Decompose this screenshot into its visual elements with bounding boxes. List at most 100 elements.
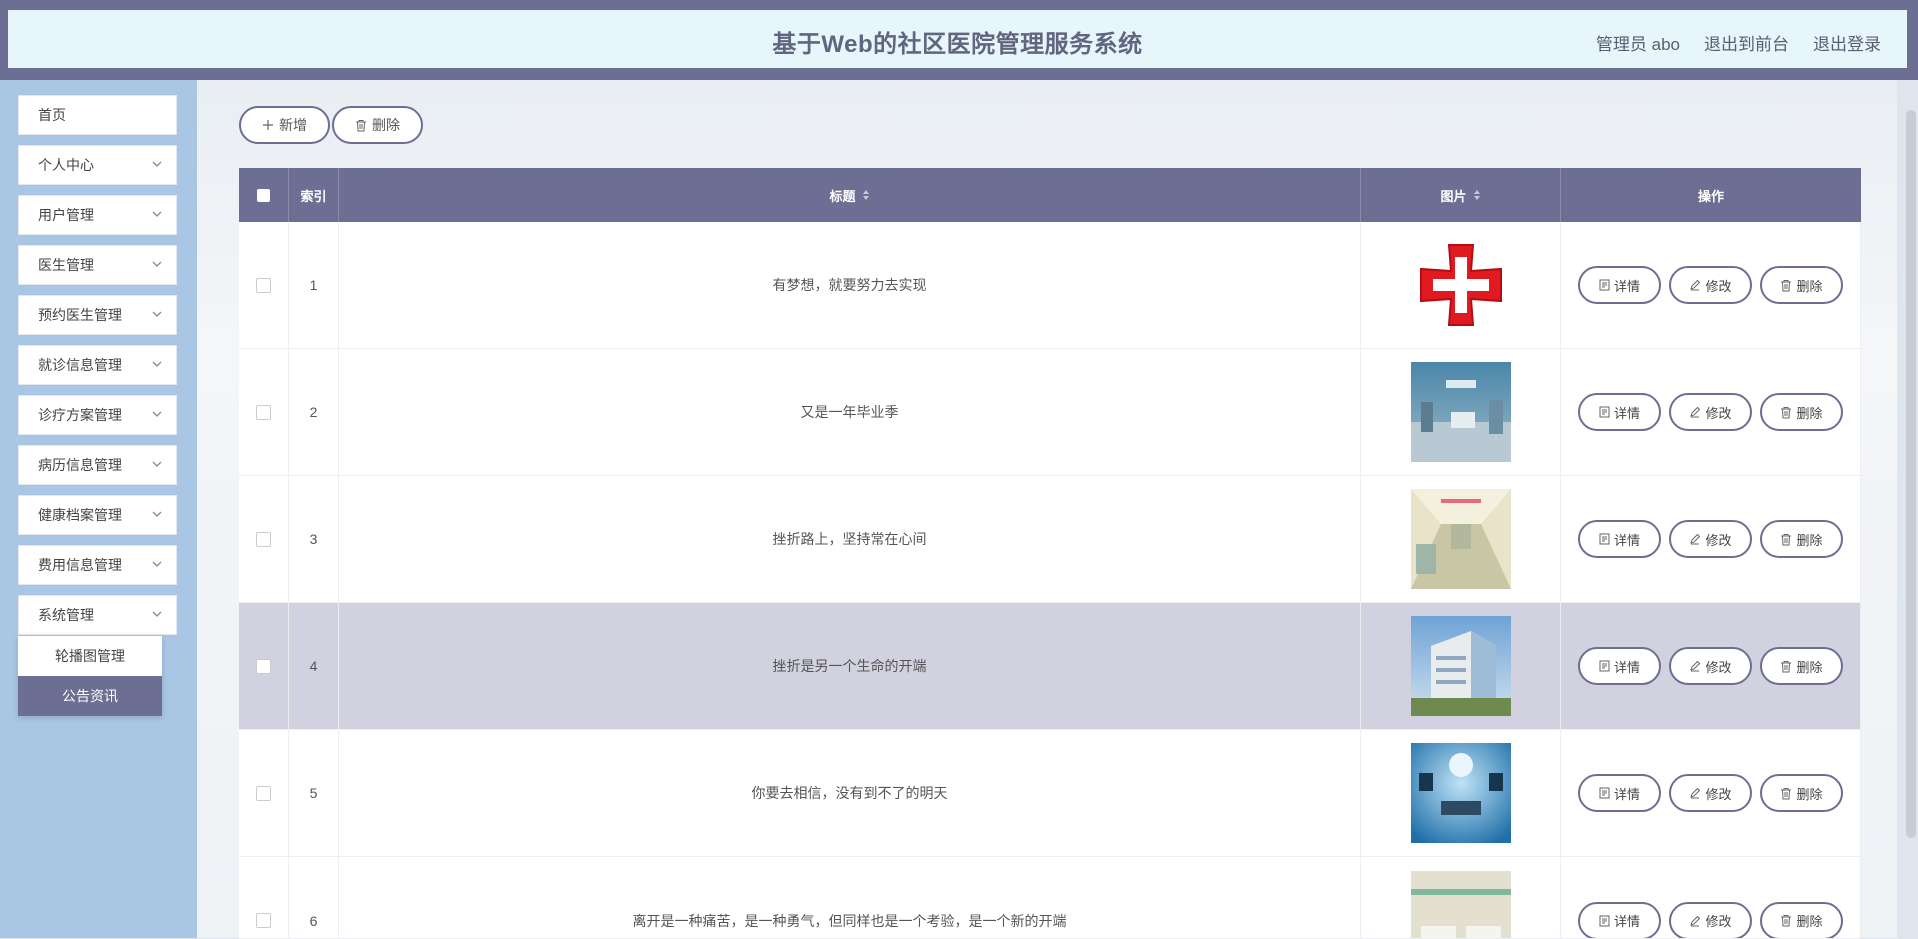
trash-icon [1780,660,1792,673]
delete-row-button[interactable]: 删除 [1760,520,1843,558]
row-title: 挫折是另一个生命的开端 [339,603,1361,729]
detail-label: 详情 [1614,911,1640,930]
edit-button[interactable]: 修改 [1669,902,1752,939]
sidebar-item-users[interactable]: 用户管理 [18,195,177,235]
sidebar-item-label: 个人中心 [38,155,94,175]
edit-label: 修改 [1705,657,1731,676]
row-checkbox[interactable] [256,659,271,674]
header: 基于Web的社区医院管理服务系统 管理员 abo 退出到前台 退出登录 [8,10,1907,68]
delete-row-button[interactable]: 删除 [1760,266,1843,304]
header-select-all[interactable] [239,168,289,222]
delete-row-button[interactable]: 删除 [1760,902,1843,939]
logout-link[interactable]: 退出登录 [1813,30,1881,55]
detail-button[interactable]: 详情 [1578,774,1661,812]
sidebar-item-label: 预约医生管理 [38,305,122,325]
edit-button[interactable]: 修改 [1669,520,1752,558]
document-icon [1599,406,1610,418]
detail-label: 详情 [1614,276,1640,295]
detail-button[interactable]: 详情 [1578,647,1661,685]
pencil-icon [1689,406,1701,418]
edit-button[interactable]: 修改 [1669,266,1752,304]
detail-label: 详情 [1614,530,1640,549]
submenu-item-news[interactable]: 公告资讯 [18,676,162,716]
row-title: 挫折路上，坚持常在心间 [339,476,1361,602]
edit-button[interactable]: 修改 [1669,774,1752,812]
edit-label: 修改 [1705,911,1731,930]
edit-label: 修改 [1705,530,1731,549]
sidebar-item-label: 首页 [38,105,66,125]
delete-button[interactable]: 删除 [332,106,423,144]
sidebar-item-visits[interactable]: 就诊信息管理 [18,345,177,385]
top-bar: 基于Web的社区医院管理服务系统 管理员 abo 退出到前台 退出登录 [0,0,1918,80]
edit-button[interactable]: 修改 [1669,393,1752,431]
detail-button[interactable]: 详情 [1578,393,1661,431]
sidebar-item-profile[interactable]: 个人中心 [18,145,177,185]
user-label[interactable]: 管理员 abo [1596,30,1680,55]
hospital-corridor-image [1411,489,1511,589]
sidebar-item-medical-records[interactable]: 病历信息管理 [18,445,177,485]
detail-button[interactable]: 详情 [1578,266,1661,304]
chevron-down-icon [150,507,164,521]
sidebar-item-treatment-plans[interactable]: 诊疗方案管理 [18,395,177,435]
sidebar-item-fees[interactable]: 费用信息管理 [18,545,177,585]
row-checkbox[interactable] [256,913,271,928]
delete-label: 删除 [1796,276,1822,295]
sidebar-item-appointments[interactable]: 预约医生管理 [18,295,177,335]
sidebar-item-health-files[interactable]: 健康档案管理 [18,495,177,535]
sidebar-item-doctors[interactable]: 医生管理 [18,245,177,285]
table-row[interactable]: 6 离开是一种痛苦，是一种勇气，但同样也是一个考验，是一个新的开端 详情 修改 … [239,857,1861,939]
delete-row-button[interactable]: 删除 [1760,774,1843,812]
delete-row-button[interactable]: 删除 [1760,393,1843,431]
submenu-item-carousel[interactable]: 轮播图管理 [18,636,162,676]
row-checkbox[interactable] [256,278,271,293]
row-index: 2 [289,349,339,475]
chevron-down-icon [150,457,164,471]
row-index: 4 [289,603,339,729]
detail-label: 详情 [1614,784,1640,803]
row-checkbox[interactable] [256,532,271,547]
row-checkbox[interactable] [256,405,271,420]
sort-icon[interactable] [862,189,870,201]
document-icon [1599,915,1610,927]
header-title[interactable]: 标题 [339,168,1361,222]
sidebar-item-home[interactable]: 首页 [18,95,177,135]
detail-button[interactable]: 详情 [1578,902,1661,939]
delete-row-button[interactable]: 删除 [1760,647,1843,685]
vertical-scrollbar[interactable] [1906,110,1916,838]
sort-icon[interactable] [1473,189,1481,201]
chevron-down-icon [150,607,164,621]
row-title: 你要去相信，没有到不了的明天 [339,730,1361,856]
exit-to-front-link[interactable]: 退出到前台 [1704,30,1789,55]
table-header: 索引 标题 图片 操作 [239,168,1861,222]
plus-icon [262,119,274,131]
delete-label: 删除 [1796,911,1822,930]
row-checkbox[interactable] [256,786,271,801]
detail-button[interactable]: 详情 [1578,520,1661,558]
table-row[interactable]: 4 挫折是另一个生命的开端 详情 修改 删除 [239,603,1861,730]
sidebar-item-system[interactable]: 系统管理 [18,595,177,635]
edit-label: 修改 [1705,784,1731,803]
edit-button[interactable]: 修改 [1669,647,1752,685]
top-links: 管理员 abo 退出到前台 退出登录 [1596,30,1881,55]
header-image[interactable]: 图片 [1361,168,1561,222]
document-icon [1599,787,1610,799]
table-row[interactable]: 1 有梦想，就要努力去实现 详情 修改 删除 [239,222,1861,349]
row-index: 3 [289,476,339,602]
header-index: 索引 [289,168,339,222]
add-button[interactable]: 新增 [239,106,330,144]
table-row[interactable]: 5 你要去相信，没有到不了的明天 详情 修改 删除 [239,730,1861,857]
pencil-icon [1689,533,1701,545]
row-index: 1 [289,222,339,348]
table-row[interactable]: 3 挫折路上，坚持常在心间 详情 修改 删除 [239,476,1861,603]
pencil-icon [1689,915,1701,927]
chevron-down-icon [150,307,164,321]
select-all-checkbox[interactable] [257,189,270,202]
system-submenu: 轮播图管理 公告资讯 [18,636,162,716]
header-ops: 操作 [1561,168,1861,222]
operating-room-image [1411,362,1511,462]
row-title: 离开是一种痛苦，是一种勇气，但同样也是一个考验，是一个新的开端 [339,857,1361,939]
delete-label: 删除 [1796,403,1822,422]
chevron-down-icon [150,207,164,221]
table-row[interactable]: 2 又是一年毕业季 详情 修改 删除 [239,349,1861,476]
document-icon [1599,660,1610,672]
